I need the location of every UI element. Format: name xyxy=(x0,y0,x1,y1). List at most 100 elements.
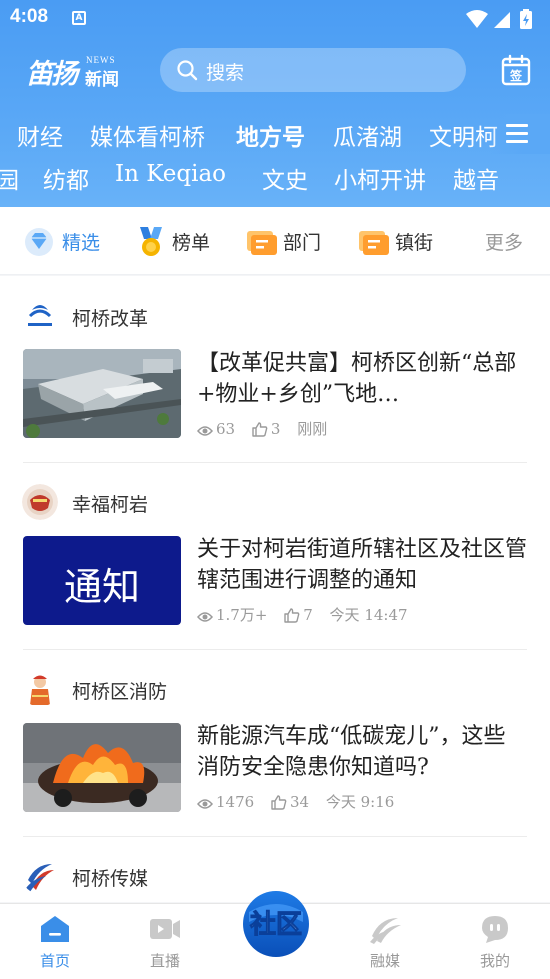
logo-main-text: 笛扬 xyxy=(26,59,78,90)
live-video-icon xyxy=(150,919,180,939)
category-item[interactable]: 镇街 xyxy=(357,225,433,257)
channel-row-1: 财经 媒体看柯桥 地方号 瓜渚湖 文明柯 xyxy=(0,114,550,154)
view-count: 1476 xyxy=(197,793,254,811)
channel-tab[interactable]: In Keqiao xyxy=(115,161,226,187)
community-center-button[interactable]: 社区 xyxy=(239,888,313,960)
logo-news-cn: 新闻 xyxy=(85,70,119,90)
news-thumbnail xyxy=(23,723,181,812)
channel-tab[interactable]: 瓜渚湖 xyxy=(333,118,402,152)
thumb-up-icon xyxy=(252,421,268,437)
search-icon xyxy=(176,59,198,85)
source-avatar xyxy=(22,298,58,334)
divider xyxy=(23,836,527,837)
source-avatar xyxy=(22,858,58,894)
eye-icon xyxy=(197,612,213,622)
source-name: 柯桥区消防 xyxy=(72,681,168,703)
channel-tab[interactable]: 财经 xyxy=(17,118,63,152)
town-icon xyxy=(359,231,389,255)
tab-profile[interactable]: 我的 xyxy=(440,904,550,979)
thumb-up-icon xyxy=(271,794,287,810)
source-avatar xyxy=(22,484,58,520)
tab-label: 我的 xyxy=(479,952,510,970)
tab-label: 直播 xyxy=(149,952,180,970)
source-name: 幸福柯岩 xyxy=(72,494,149,516)
sign-in-icon-text: 签 xyxy=(509,68,523,83)
like-count: 7 xyxy=(284,606,313,624)
news-title: 关于对柯岩街道所辖社区及社区管辖范围进行调整的通知 xyxy=(197,537,528,593)
source-name: 柯桥改革 xyxy=(72,308,149,330)
tab-label: 首页 xyxy=(39,952,70,970)
sign-in-calendar-button[interactable]: 签 xyxy=(500,54,532,86)
app-logo: 笛扬 NEWS 新闻 xyxy=(26,52,126,90)
channel-tab[interactable]: 文明柯 xyxy=(429,118,498,152)
news-thumbnail xyxy=(23,349,181,438)
channel-row-2: 园 纺都 In Keqiao 文史 小柯开讲 越音 xyxy=(0,157,550,197)
like-count: 34 xyxy=(271,793,309,811)
category-item[interactable]: 部门 xyxy=(245,225,321,257)
channel-tab[interactable]: 纺都 xyxy=(43,161,89,195)
source-avatar xyxy=(22,671,58,707)
news-item[interactable]: 柯桥区消防 新能源汽车成“低碳宠儿”，这些消防安全隐患你知道吗? 1476 34… xyxy=(0,671,550,841)
news-title: 新能源汽车成“低碳宠儿”，这些消防安全隐患你知道吗? xyxy=(197,724,506,780)
notification-icon: A xyxy=(72,11,86,25)
category-label: 榜单 xyxy=(172,232,211,254)
system-icons xyxy=(464,8,540,34)
publish-time: 刚刚 xyxy=(297,420,328,438)
news-item[interactable]: 幸福柯岩 通知 关于对柯岩街道所辖社区及社区管辖范围进行调整的通知 1.7万+ … xyxy=(0,484,550,654)
eye-icon xyxy=(197,798,213,809)
channel-tab-active[interactable]: 地方号 xyxy=(236,118,305,152)
tab-live[interactable]: 直播 xyxy=(110,904,220,979)
news-feed: 柯桥改革 【改革促共富】柯桥区创新“总部+物业+乡创”飞地… 63 3 刚刚 幸… xyxy=(0,276,550,902)
signal-icon xyxy=(494,12,510,28)
community-label: 社区 xyxy=(250,909,302,940)
tab-label: 融媒 xyxy=(369,952,400,970)
battery-icon xyxy=(520,9,532,29)
category-item[interactable]: 榜单 xyxy=(134,225,210,257)
category-label: 部门 xyxy=(283,232,322,254)
channel-tab[interactable]: 文史 xyxy=(262,161,308,195)
source-name: 柯桥传媒 xyxy=(72,868,149,890)
wifi-icon xyxy=(466,10,488,28)
category-label: 镇街 xyxy=(395,232,434,254)
department-icon xyxy=(247,231,277,255)
eye-icon xyxy=(197,425,213,436)
publish-time: 今天 9:16 xyxy=(325,793,395,811)
notice-thumb-text: 通知 xyxy=(63,565,140,609)
category-bar: 精选 榜单 部门 镇街 更多 xyxy=(0,207,550,275)
logo-news-en: NEWS xyxy=(86,55,116,65)
home-icon xyxy=(41,916,69,942)
news-meta: 63 3 刚刚 xyxy=(197,418,339,439)
channel-tab[interactable]: 越音 xyxy=(453,161,499,195)
tab-home[interactable]: 首页 xyxy=(0,904,110,979)
view-count: 63 xyxy=(197,420,235,438)
channel-menu-icon[interactable] xyxy=(506,124,528,144)
category-label: 精选 xyxy=(62,232,101,254)
channel-tab[interactable]: 园 xyxy=(0,161,19,195)
view-count: 1.7万+ xyxy=(197,604,267,625)
news-thumbnail: 通知 xyxy=(23,536,181,625)
like-count: 3 xyxy=(252,420,280,438)
medal-icon xyxy=(140,227,162,256)
community-icon: 社区 xyxy=(243,891,309,957)
header-background: 4:08 A 笛扬 NEWS 新闻 搜索 签 财经 媒体看柯桥 地方号 瓜渚湖 … xyxy=(0,0,550,207)
news-title: 【改革促共富】柯桥区创新“总部+物业+乡创”飞地… xyxy=(197,351,517,407)
news-item[interactable]: 柯桥改革 【改革促共富】柯桥区创新“总部+物业+乡创”飞地… 63 3 刚刚 xyxy=(0,298,550,468)
status-bar: 4:08 A xyxy=(0,0,550,36)
status-time: 4:08 xyxy=(10,6,49,27)
tab-media[interactable]: 融媒 xyxy=(330,904,440,979)
more-categories-button[interactable]: 更多 xyxy=(485,228,523,255)
publish-time: 今天 14:47 xyxy=(329,606,408,624)
media-icon xyxy=(370,918,401,944)
channel-tab[interactable]: 小柯开讲 xyxy=(334,161,426,195)
category-selected[interactable]: 精选 xyxy=(22,225,100,257)
divider xyxy=(23,462,527,463)
news-meta: 1.7万+ 7 今天 14:47 xyxy=(197,604,420,625)
thumb-up-icon xyxy=(284,607,300,623)
news-meta: 1476 34 今天 9:16 xyxy=(197,791,406,812)
divider xyxy=(23,649,527,650)
profile-icon xyxy=(482,916,508,943)
search-placeholder: 搜索 xyxy=(206,62,245,84)
search-input[interactable]: 搜索 xyxy=(160,48,466,92)
channel-tab[interactable]: 媒体看柯桥 xyxy=(90,118,205,152)
diamond-icon xyxy=(25,228,53,256)
